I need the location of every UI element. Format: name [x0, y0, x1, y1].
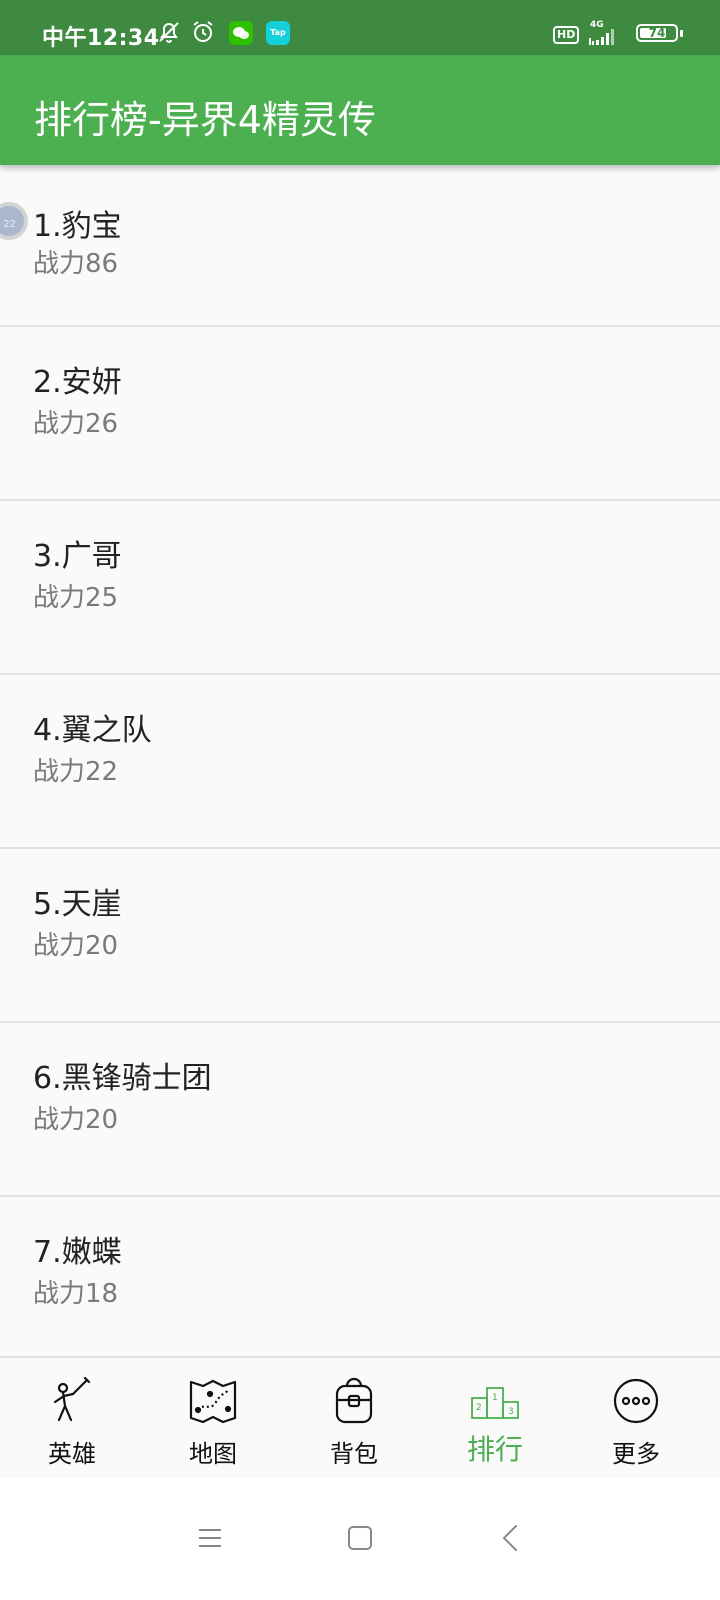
ranking-name: 1.豹宝 [33, 209, 122, 244]
nav-item-backpack[interactable]: 背包 [282, 1358, 426, 1478]
ranking-row[interactable]: 4.翼之队 战力22 [0, 675, 720, 849]
ranking-power: 战力86 [33, 249, 119, 279]
muted-bell-icon [156, 19, 182, 49]
battery-icon: 74 [636, 24, 678, 42]
hd-badge: HD [553, 26, 580, 44]
nav-item-map[interactable]: 地图 [141, 1358, 285, 1478]
nav-label: 背包 [330, 1440, 378, 1468]
ranking-row[interactable]: 2.安妍 战力26 [0, 327, 720, 501]
ranking-name: 5.天崖 [33, 887, 122, 922]
svg-text:2: 2 [476, 1403, 482, 1413]
signal-icon [588, 28, 616, 50]
ranking-name: 3.广哥 [33, 539, 122, 574]
nav-label: 排行 [466, 1433, 523, 1466]
alarm-clock-icon [190, 19, 216, 49]
app-bar: 排行榜-异界4精灵传 [0, 55, 720, 165]
ranking-name: 7.嫩蝶 [33, 1235, 122, 1270]
ranking-power: 战力25 [33, 583, 119, 613]
status-time: 中午12:34 [42, 26, 160, 51]
ranking-power: 战力26 [33, 409, 119, 439]
ranking-power: 战力22 [33, 757, 119, 787]
podium-icon: 1 2 3 [470, 1376, 520, 1426]
nav-item-ranking[interactable]: 1 2 3 排行 [423, 1358, 567, 1478]
ranking-name: 6.黑锋骑士团 [33, 1061, 212, 1096]
battery-level: 74 [648, 26, 666, 40]
ranking-row[interactable]: 7.嫩蝶 战力18 [0, 1197, 720, 1371]
ranking-power: 战力20 [33, 1105, 119, 1135]
wechat-icon [229, 21, 253, 45]
nav-label: 地图 [189, 1440, 237, 1468]
map-icon [188, 1376, 238, 1426]
backpack-icon [329, 1376, 379, 1426]
svg-text:3: 3 [508, 1407, 514, 1417]
bottom-nav: 英雄 地图 背包 1 2 3 排行 更多 [0, 1356, 720, 1478]
ranking-list: 1.豹宝 战力86 2.安妍 战力26 3.广哥 战力25 4.翼之队 战力22… [0, 165, 720, 1371]
ranking-name: 4.翼之队 [33, 713, 152, 748]
more-dots-icon [611, 1376, 661, 1426]
ranking-row[interactable]: 1.豹宝 战力86 [0, 165, 720, 327]
ranking-row[interactable]: 5.天崖 战力20 [0, 849, 720, 1023]
ranking-name: 2.安妍 [33, 365, 122, 400]
battery-tip [680, 30, 683, 37]
svg-text:1: 1 [492, 1393, 498, 1403]
page-title: 排行榜-异界4精灵传 [34, 98, 376, 142]
system-nav-bar [0, 1478, 720, 1600]
status-bar: 中午12:34 Tap HD 4G 74 [0, 0, 720, 55]
home-button[interactable] [330, 1508, 390, 1568]
taptap-icon: Tap [266, 21, 290, 45]
nav-label: 更多 [612, 1440, 660, 1468]
nav-item-more[interactable]: 更多 [564, 1358, 708, 1478]
ranking-row[interactable]: 3.广哥 战力25 [0, 501, 720, 675]
back-button[interactable] [480, 1508, 540, 1568]
recent-apps-button[interactable] [180, 1508, 240, 1568]
ranking-power: 战力18 [33, 1279, 119, 1309]
nav-item-heroes[interactable]: 英雄 [0, 1358, 144, 1478]
ranking-row[interactable]: 6.黑锋骑士团 战力20 [0, 1023, 720, 1197]
ranking-power: 战力20 [33, 931, 119, 961]
nav-label: 英雄 [48, 1440, 96, 1468]
swordsman-icon [47, 1376, 97, 1426]
